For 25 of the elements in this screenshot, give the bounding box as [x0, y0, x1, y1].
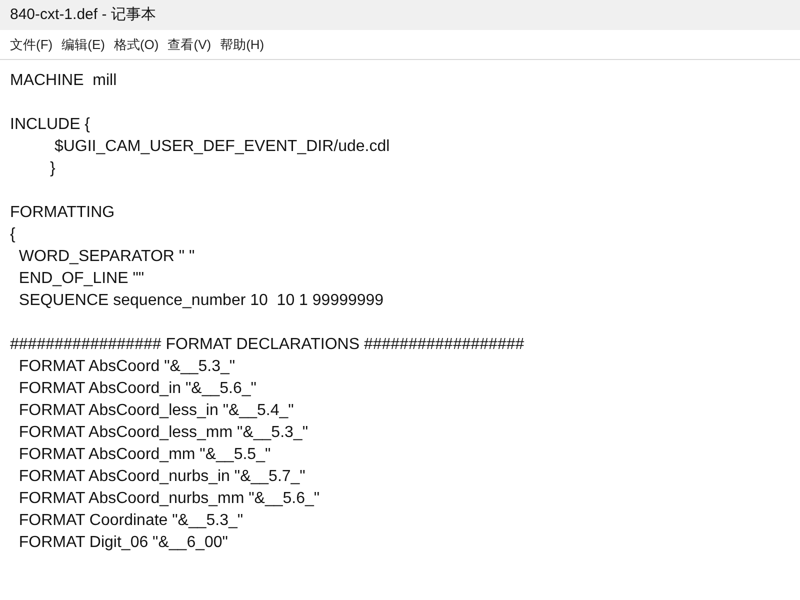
- code-line: FORMAT AbsCoord "&__5.3_": [18, 358, 236, 375]
- code-line: }: [49, 160, 56, 177]
- code-line: INCLUDE {: [10, 116, 90, 133]
- code-line: FORMAT AbsCoord_less_mm "&__5.3_": [18, 424, 308, 441]
- code-line: FORMAT Coordinate "&__5.3_": [18, 512, 244, 529]
- menu-item[interactable]: 格式(O): [114, 34, 159, 54]
- code-line: ################# FORMAT DECLARATIONS ##################: [10, 336, 524, 353]
- code-line: {: [10, 226, 16, 243]
- code-line: WORD_SEPARATOR " ": [18, 248, 195, 265]
- code-line: FORMAT AbsCoord_less_in "&__5.4_": [18, 402, 294, 419]
- code-line: FORMAT AbsCoord_nurbs_mm "&__5.6_": [18, 490, 320, 507]
- code-line: SEQUENCE sequence_number 10 10 1 99999999: [18, 292, 384, 309]
- code-line: FORMATTING: [10, 204, 115, 221]
- code-line: FORMAT Digit_06 "&__6_00": [18, 534, 228, 551]
- code-line: FORMAT AbsCoord_nurbs_in "&__5.7_": [18, 468, 306, 485]
- code-line: $UGII_CAM_USER_DEF_EVENT_DIR/ude.cdl: [53, 138, 390, 155]
- menu-item[interactable]: 查看(V): [168, 34, 212, 54]
- code-line: MACHINE mill: [10, 72, 117, 89]
- window-title: 840-cxt-1.def - 记事本: [10, 4, 156, 25]
- code-line: FORMAT AbsCoord_in "&__5.6_": [18, 380, 256, 397]
- menu-item[interactable]: 文件(F): [10, 34, 53, 54]
- menu-item[interactable]: 帮助(H): [220, 34, 264, 54]
- code-line: FORMAT AbsCoord_mm "&__5.5_": [18, 446, 271, 463]
- code-line: END_OF_LINE "": [18, 270, 144, 287]
- menu-item[interactable]: 编辑(E): [62, 34, 105, 54]
